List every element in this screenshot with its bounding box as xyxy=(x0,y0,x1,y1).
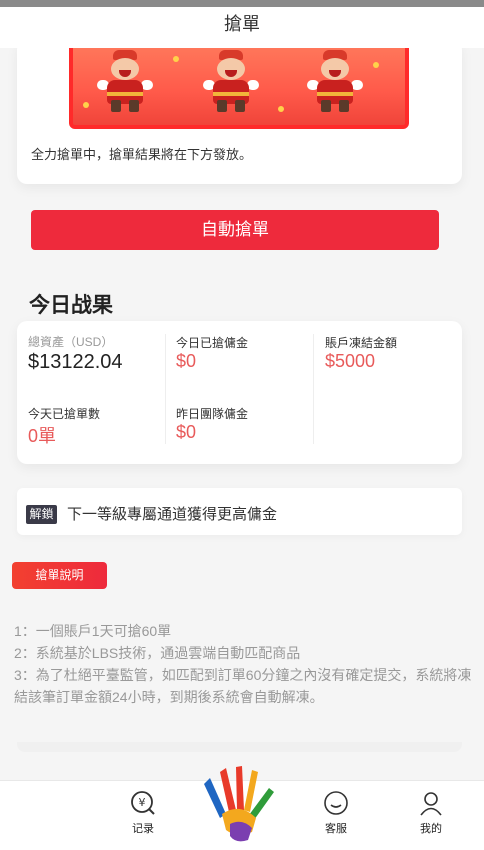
mascot-figure xyxy=(95,50,155,112)
today-commission-label: 今日已搶傭金 xyxy=(176,336,249,350)
svg-text:¥: ¥ xyxy=(139,796,146,809)
tab-mine-label: 我的 xyxy=(420,823,442,835)
mascot-figure xyxy=(201,50,261,112)
tab-records-label: 记录 xyxy=(132,823,154,835)
rule-item: 1：一個賬戶1天可搶60單 xyxy=(14,623,172,639)
tab-mine[interactable]: 我的 xyxy=(409,790,453,836)
status-strip xyxy=(0,0,484,7)
rule-item: 3：為了杜絕平臺監管，如匹配到訂單60分鐘之內沒有確定提交，系統將凍結該筆訂單金… xyxy=(14,667,472,705)
stats-divider xyxy=(165,334,166,444)
stats-divider xyxy=(313,334,314,444)
team-commission-value: $0 xyxy=(176,422,197,442)
banner-status-text: 全力搶單中，搶單結果將在下方發放。 xyxy=(31,147,253,162)
stats-section-title: 今日战果 xyxy=(29,294,113,317)
total-assets-value: $13122.04 xyxy=(28,351,123,373)
team-commission-label: 昨日團隊傭金 xyxy=(176,407,249,421)
tab-customer-service-label: 客服 xyxy=(325,823,347,835)
user-icon xyxy=(420,792,442,816)
center-hand-logo[interactable] xyxy=(196,758,284,850)
chat-icon xyxy=(324,791,348,815)
frozen-amount-value: $5000 xyxy=(325,351,376,371)
upgrade-notice-text: 下一等級專屬通道獲得更高傭金 xyxy=(67,506,278,523)
today-commission-value: $0 xyxy=(176,351,197,371)
unlock-badge[interactable]: 解鎖 xyxy=(26,505,57,524)
hand-logo-icon xyxy=(204,766,274,842)
grab-instructions-button[interactable]: 搶單說明 xyxy=(12,562,107,589)
tab-customer-service[interactable]: 客服 xyxy=(314,790,358,836)
rule-item: 2：系統基於LBS技術，通過雲端自動匹配商品 xyxy=(14,645,301,661)
frozen-amount-label: 賬戶凍結金額 xyxy=(325,336,398,350)
page-title: 搶單 xyxy=(0,7,484,48)
total-assets-label: 總資產（USD） xyxy=(28,335,114,349)
banner-image xyxy=(69,38,409,129)
tab-records[interactable]: ¥ 记录 xyxy=(121,790,165,836)
today-orders-label: 今天已搶單數 xyxy=(28,407,101,421)
mascot-figure xyxy=(305,50,365,112)
today-orders-value: 0單 xyxy=(28,426,57,446)
yuan-search-icon: ¥ xyxy=(131,791,155,815)
auto-grab-button[interactable]: 自動搶單 xyxy=(31,210,439,250)
content-card-bottom xyxy=(17,742,462,752)
